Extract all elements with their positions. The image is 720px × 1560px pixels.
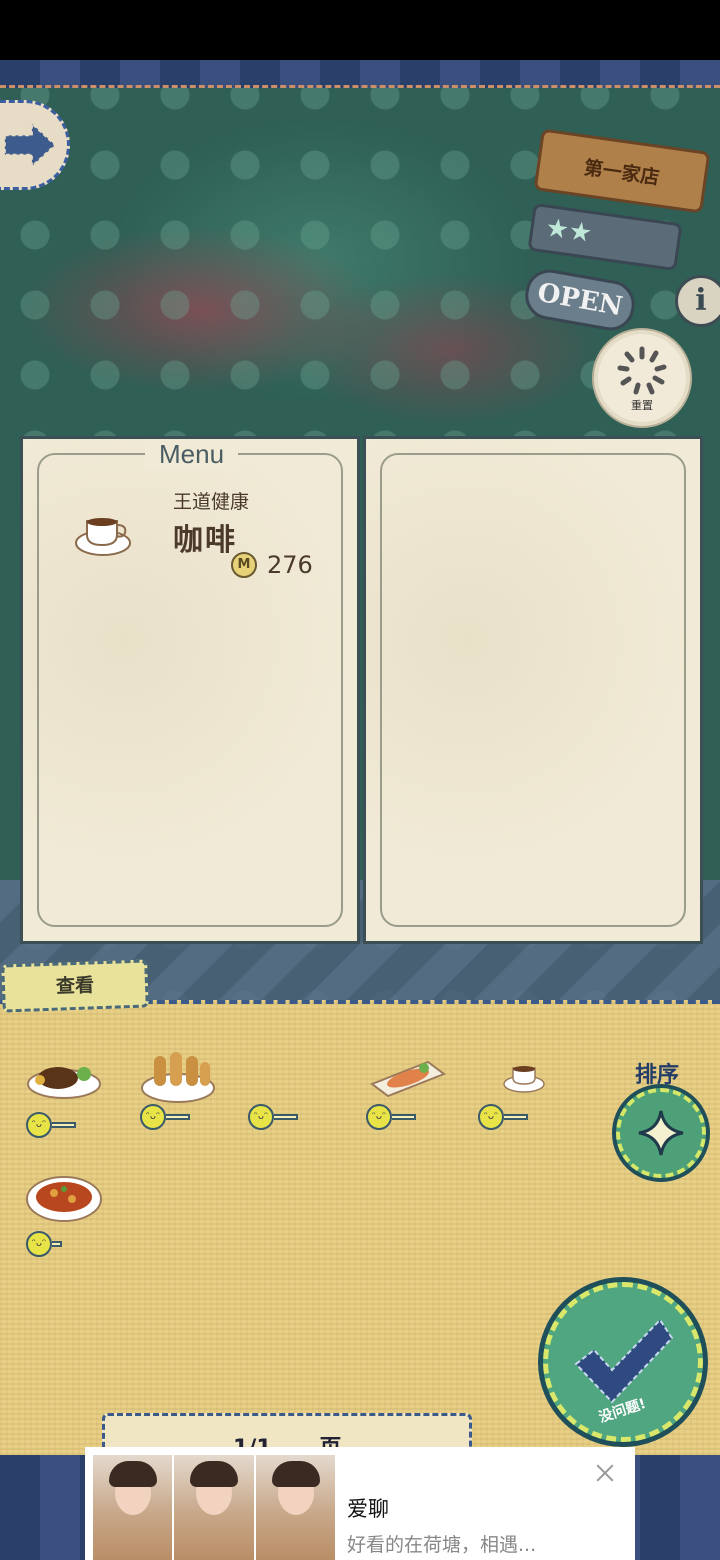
stir-fry-dish[interactable]: ᵔᴗᵔ <box>26 1169 108 1269</box>
popularity-bar <box>504 1114 528 1120</box>
ad-photo <box>255 1455 335 1560</box>
menu-item-subtitle: 王道健康 <box>173 491 250 513</box>
popularity-meter: ᵔᴗᵔ <box>140 1104 190 1130</box>
steak-plate-icon <box>27 1067 101 1099</box>
star-border-top <box>0 60 720 88</box>
coffee-cup-icon[interactable] <box>73 507 135 559</box>
price-value: 276 <box>267 551 313 579</box>
stir-fry-plate-icon <box>26 1176 102 1222</box>
status-bar <box>0 0 720 60</box>
menu-title: Menu <box>145 439 239 470</box>
ad-banner[interactable]: 爱聊 好看的在荷塘，相遇... <box>85 1447 635 1560</box>
checkmark-icon <box>574 1318 674 1404</box>
smiley-icon: ᵔᴗᵔ <box>140 1104 166 1130</box>
popularity-bar <box>52 1122 76 1128</box>
popularity-meter: ᵔᴗᵔ <box>478 1104 528 1130</box>
shop-rating-stars: ★★ <box>527 202 683 272</box>
reset-button[interactable]: 重置 <box>594 330 690 426</box>
smiley-icon: ᵔᴗᵔ <box>26 1231 52 1257</box>
coin-icon: M <box>231 552 257 578</box>
popularity-meter: ᵔᴗᵔ <box>366 1104 416 1130</box>
open-sign: OPEN <box>521 265 639 335</box>
shop-name-sign: 第一家店 <box>533 128 711 214</box>
ad-photo <box>93 1455 173 1560</box>
coffee-plate-icon <box>503 1066 545 1093</box>
skewers-plate-icon <box>141 1052 215 1103</box>
popularity-bar <box>52 1241 62 1247</box>
menu-item-name: 咖啡 <box>173 523 237 558</box>
fried-skewers-dish[interactable]: ᵔᴗᵔ <box>140 1044 222 1144</box>
ad-photo <box>174 1455 254 1560</box>
ad-image[interactable] <box>93 1455 335 1560</box>
view-tab[interactable]: 查看 <box>1 959 149 1013</box>
smiley-icon: ᵔᴗᵔ <box>478 1104 504 1130</box>
popularity-bar <box>166 1114 190 1120</box>
smiley-icon: ᵔᴗᵔ <box>248 1104 274 1130</box>
popularity-meter: ᵔᴗᵔ <box>26 1231 62 1257</box>
coffee-dish[interactable]: ᵔᴗᵔ <box>478 1056 560 1156</box>
arrow-right-icon <box>3 121 57 169</box>
menu-frame <box>380 453 686 927</box>
ad-title[interactable]: 爱聊 <box>347 1493 389 1523</box>
empty-dish-slot[interactable]: ᵔᴗᵔ <box>248 1056 330 1156</box>
close-icon[interactable] <box>593 1461 617 1485</box>
spinner-icon <box>617 346 667 395</box>
menu-left-page: Menu 王道健康 咖啡 M 276 <box>20 436 360 944</box>
popularity-meter: ᵔᴗᵔ <box>248 1104 298 1130</box>
grilled-salmon-dish[interactable]: ᵔᴗᵔ <box>366 1052 448 1152</box>
popularity-bar <box>392 1114 416 1120</box>
menu-right-page <box>363 436 703 944</box>
sparkle-icon <box>638 1110 684 1156</box>
sort-button[interactable] <box>616 1088 706 1178</box>
steak-dish[interactable]: ᵔᴗᵔ <box>26 1056 108 1156</box>
popularity-meter: ᵔᴗᵔ <box>26 1112 76 1138</box>
smiley-icon: ᵔᴗᵔ <box>366 1104 392 1130</box>
menu-item-price: M 276 <box>231 551 313 579</box>
popularity-bar <box>274 1114 298 1120</box>
salmon-plate-icon <box>369 1060 446 1098</box>
ad-description[interactable]: 好看的在荷塘，相遇... <box>347 1530 536 1557</box>
sort-label: 排序 <box>635 1063 680 1088</box>
info-button[interactable]: i <box>675 275 720 327</box>
smiley-icon: ᵔᴗᵔ <box>26 1112 52 1138</box>
reset-label: 重置 <box>631 399 653 412</box>
